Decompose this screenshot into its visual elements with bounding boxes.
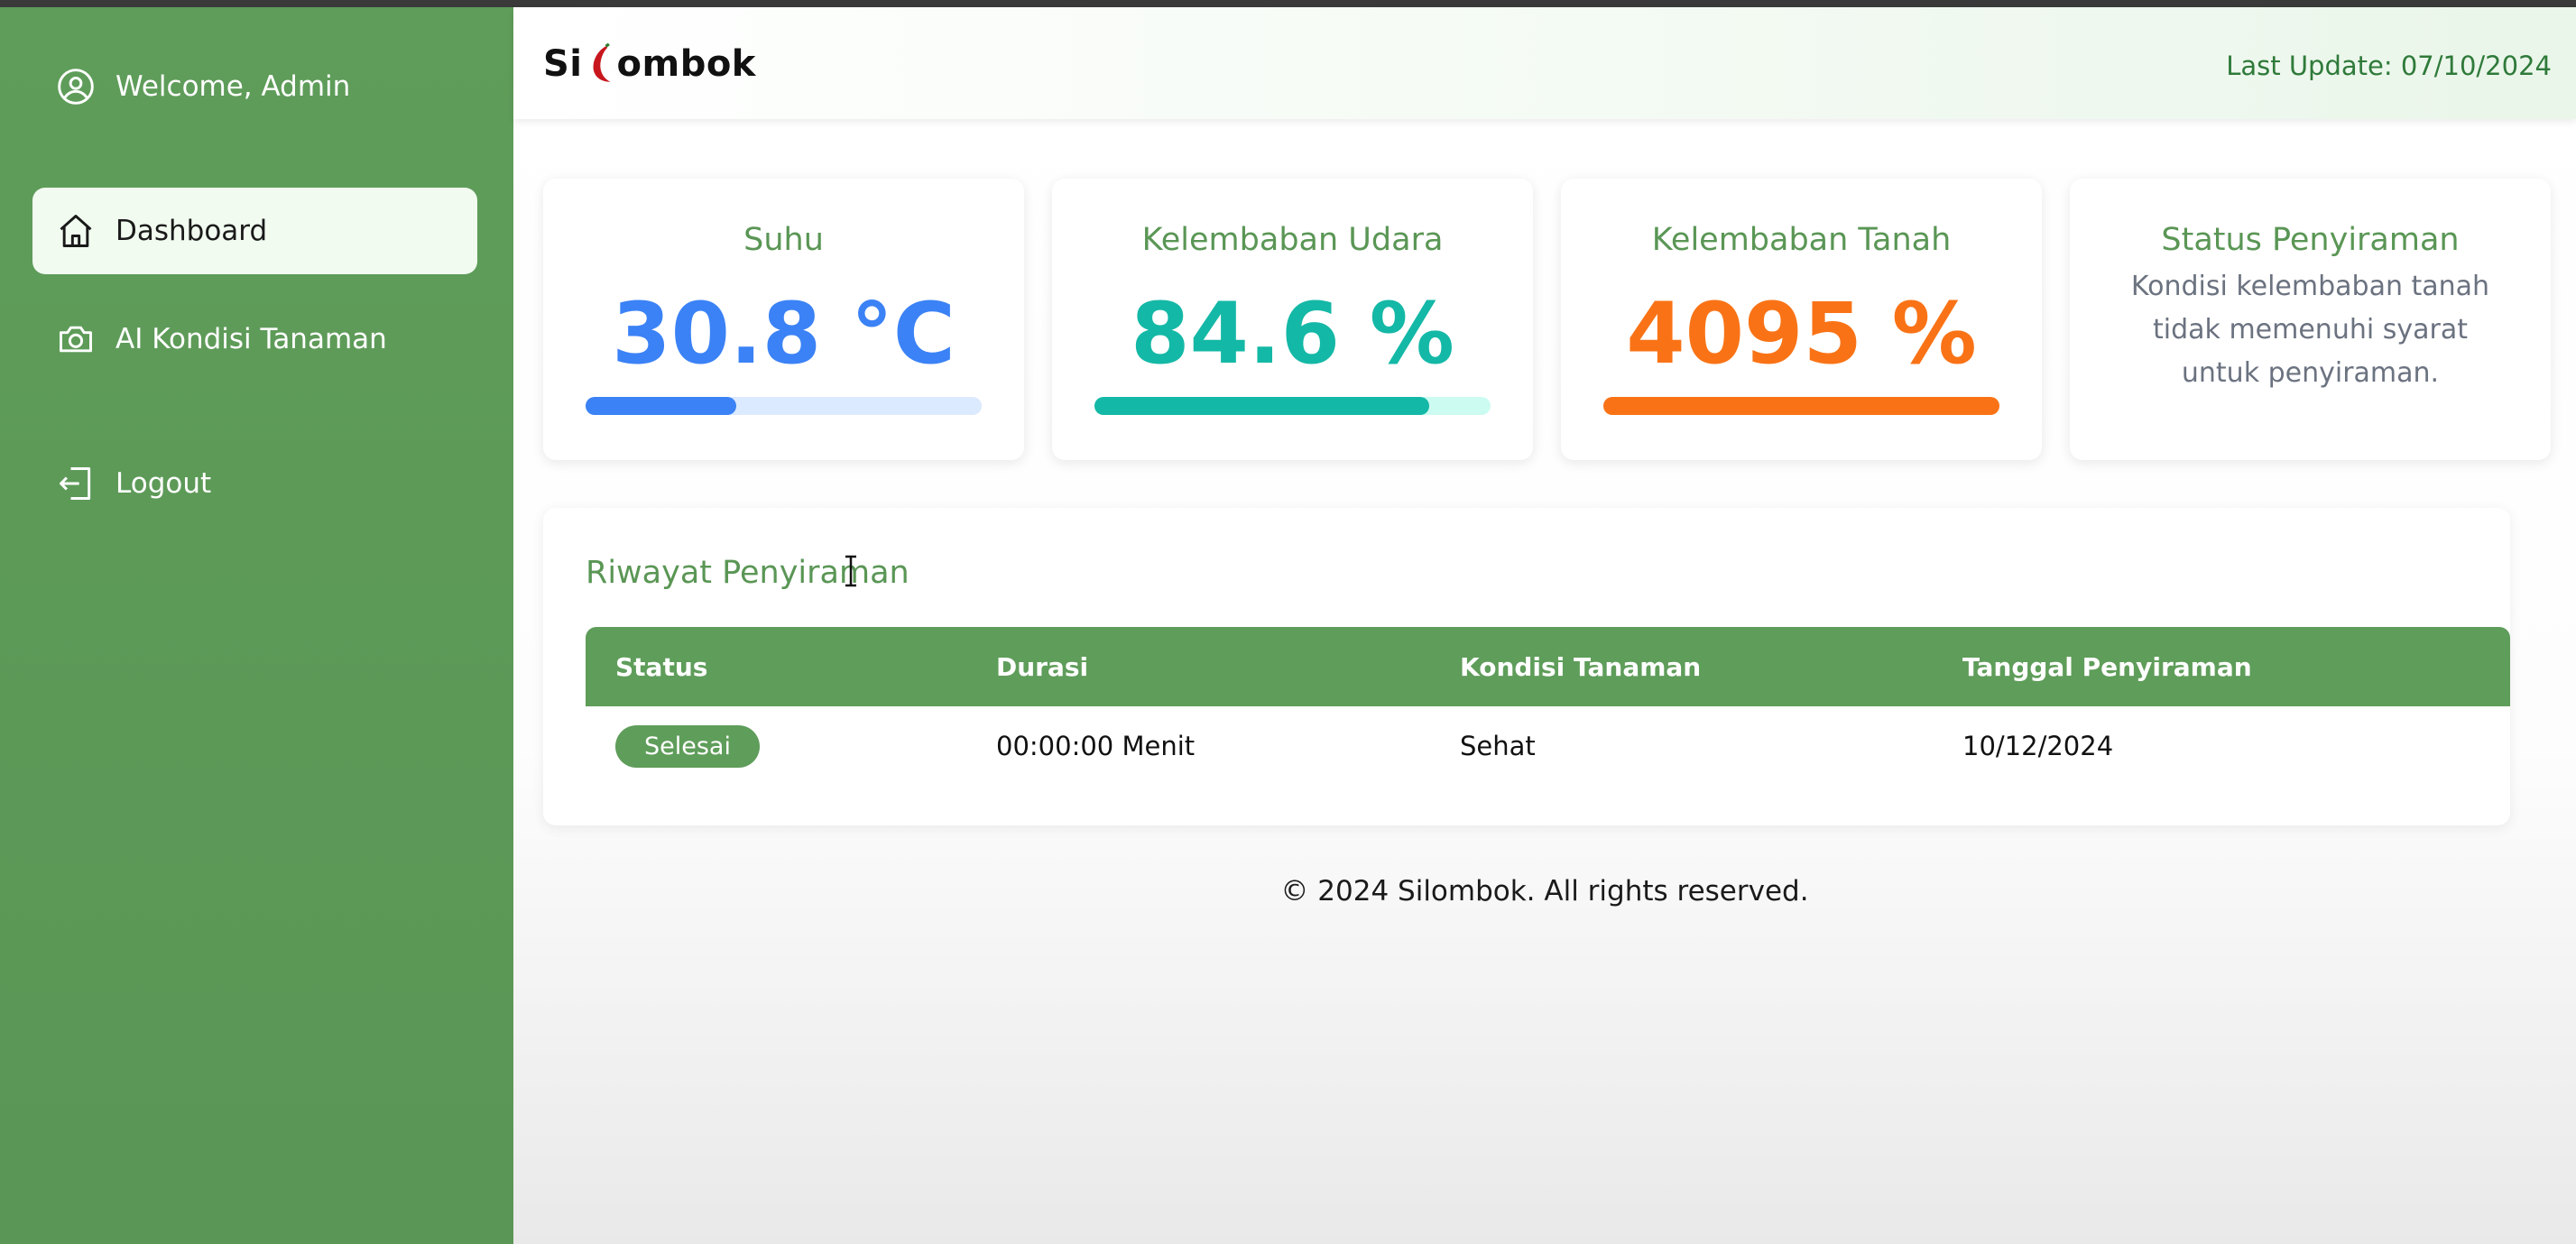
- logout-icon: [60, 467, 91, 500]
- camera-icon: [60, 326, 92, 353]
- air-humidity-progress-bar: [1094, 397, 1491, 415]
- app: Welcome, Admin Dashboard AI Kondisi Tana…: [0, 7, 2576, 1244]
- progress-fill: [1094, 397, 1430, 415]
- sidebar-item-dashboard[interactable]: Dashboard: [32, 188, 477, 274]
- window-top-strip: [0, 0, 2576, 7]
- app-logo: Si ombok: [543, 43, 756, 85]
- user-circle-icon: [58, 69, 94, 105]
- sidebar-item-ai-kondisi-tanaman[interactable]: AI Kondisi Tanaman: [32, 296, 477, 382]
- card-title: Status Penyiraman: [2161, 222, 2460, 258]
- column-header-kondisi[interactable]: Kondisi Tanaman: [1460, 627, 1701, 706]
- main-content: Si ombok Last Update: 07/10/2024 Suhu 30…: [513, 7, 2576, 1244]
- table-row: Selesai 00:00:00 Menit Sehat 10/12/2024: [586, 706, 2510, 786]
- card-suhu: Suhu 30.8 °C: [543, 179, 1024, 460]
- sidebar-item-label: Logout: [115, 467, 212, 500]
- text-cursor-icon: [845, 555, 856, 587]
- watering-history-panel: Riwayat Penyiraman Status Durasi Kondisi…: [543, 508, 2510, 825]
- logo-text-left: Si: [543, 43, 583, 85]
- history-table: Status Durasi Kondisi Tanaman Tanggal Pe…: [586, 627, 2510, 786]
- top-header: Si ombok Last Update: 07/10/2024: [513, 7, 2576, 119]
- card-kelembaban-udara: Kelembaban Udara 84.6 %: [1052, 179, 1533, 460]
- soil-humidity-progress-bar: [1603, 397, 1999, 415]
- chili-icon: [593, 43, 611, 82]
- status-cell: Selesai: [615, 706, 760, 786]
- welcome-label: Welcome, Admin: [115, 70, 351, 103]
- air-humidity-value: 84.6 %: [1131, 285, 1454, 383]
- tanggal-cell: 10/12/2024: [1962, 731, 2114, 761]
- progress-fill: [586, 397, 736, 415]
- home-icon: [60, 215, 92, 247]
- kondisi-cell: Sehat: [1460, 731, 1536, 761]
- table-header: Status Durasi Kondisi Tanaman Tanggal Pe…: [586, 627, 2510, 706]
- card-title: Suhu: [743, 222, 824, 258]
- temperature-progress-bar: [586, 397, 982, 415]
- durasi-cell: 00:00:00 Menit: [996, 731, 1196, 761]
- card-title: Kelembaban Udara: [1141, 222, 1444, 258]
- sidebar: Welcome, Admin Dashboard AI Kondisi Tana…: [0, 7, 513, 1244]
- footer-copyright: © 2024 Silombok. All rights reserved.: [1280, 875, 1809, 908]
- soil-humidity-value: 4095 %: [1626, 285, 1977, 383]
- column-header-status[interactable]: Status: [615, 627, 707, 706]
- history-title: Riwayat Penyiraman: [586, 555, 909, 591]
- status-badge: Selesai: [615, 724, 760, 768]
- sidebar-item-label: AI Kondisi Tanaman: [115, 323, 387, 355]
- sidebar-item-label: Dashboard: [115, 215, 268, 247]
- column-header-durasi[interactable]: Durasi: [996, 627, 1088, 706]
- progress-fill: [1603, 397, 1999, 415]
- sidebar-item-logout[interactable]: Logout: [32, 440, 477, 527]
- card-kelembaban-tanah: Kelembaban Tanah 4095 %: [1561, 179, 2042, 460]
- welcome-user: Welcome, Admin: [32, 43, 477, 130]
- column-header-tanggal[interactable]: Tanggal Penyiraman: [1962, 627, 2252, 706]
- logo-text-right: ombok: [616, 43, 756, 85]
- watering-status-text: Kondisi kelembaban tanah tidak memenuhi …: [2130, 271, 2490, 389]
- card-status-penyiraman: Status Penyiraman Kondisi kelembaban tan…: [2070, 179, 2551, 460]
- temperature-value: 30.8 °C: [612, 285, 956, 383]
- last-update-text: Last Update: 07/10/2024: [2226, 51, 2552, 81]
- card-title: Kelembaban Tanah: [1651, 222, 1952, 258]
